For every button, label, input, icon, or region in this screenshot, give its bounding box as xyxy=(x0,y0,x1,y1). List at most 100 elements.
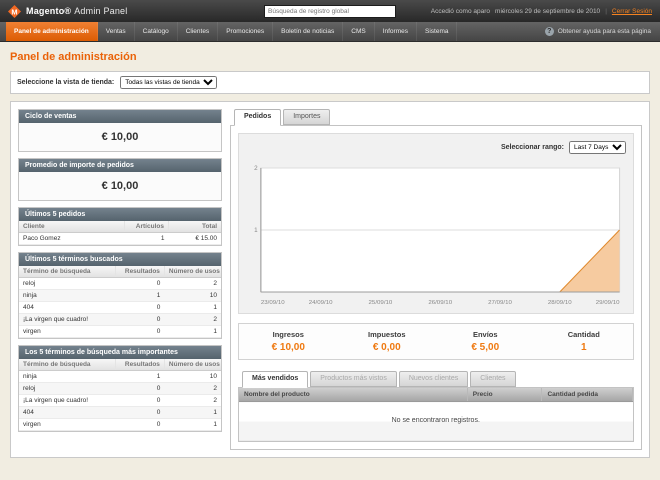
svg-text:M: M xyxy=(11,7,17,16)
bottom-tabs: Más vendidosProductos más vistosNuevos c… xyxy=(238,371,634,387)
range-label: Seleccionar rango: xyxy=(501,144,564,151)
svg-text:25/09/10: 25/09/10 xyxy=(369,300,393,306)
orders-chart: 1 2 23/09/10 24/09/10 25/09/10 26/09/10 27/09/… xyxy=(244,160,628,308)
tab-1[interactable]: Importes xyxy=(283,109,330,125)
chart-tabs: PedidosImportes xyxy=(230,109,642,125)
table-row[interactable]: ¡La virgen que cuadro!02 xyxy=(19,395,221,407)
nav-item-4[interactable]: Promociones xyxy=(218,22,273,41)
help-icon: ? xyxy=(545,27,554,36)
column-header: Resultados xyxy=(116,359,164,371)
svg-text:24/09/10: 24/09/10 xyxy=(309,300,333,306)
header-date: miércoles 29 de septiembre de 2010 xyxy=(495,8,600,15)
nav-item-1[interactable]: Ventas xyxy=(98,22,135,41)
column-header: Artículos xyxy=(124,221,168,233)
stat-envíos: Envíos€ 5,00 xyxy=(436,330,535,353)
store-view-box: Seleccione la vista de tienda: Todas las… xyxy=(10,71,650,94)
page-title: Panel de administración xyxy=(10,51,650,63)
products-table: Nombre del productoPrecioCantidad pedida… xyxy=(239,388,633,441)
table-row[interactable]: 40401 xyxy=(19,302,221,314)
column-header: Cliente xyxy=(19,221,124,233)
svg-text:2: 2 xyxy=(254,165,258,172)
tab-0[interactable]: Pedidos xyxy=(234,109,281,126)
nav-item-3[interactable]: Clientes xyxy=(178,22,218,41)
column-header: Número de usos xyxy=(164,266,221,278)
logout-link[interactable]: Cerrar Sesión xyxy=(612,8,652,15)
column-header: Resultados xyxy=(116,266,164,278)
widget-header-sales-cycle[interactable]: Ciclo de ventas xyxy=(19,110,221,123)
table-row[interactable]: ninja110 xyxy=(19,371,221,383)
table-row[interactable]: virgen01 xyxy=(19,326,221,338)
separator: | xyxy=(605,8,607,15)
stat-impuestos: Impuestos€ 0,00 xyxy=(338,330,437,353)
dashboard-right-column: PedidosImportes Seleccionar rango: Last … xyxy=(230,109,642,450)
stat-cantidad: Cantidad1 xyxy=(535,330,634,353)
chart-panel: Seleccionar rango: Last 7 Days 1 2 23/09/1… xyxy=(230,125,642,450)
bottom-tab-0[interactable]: Más vendidos xyxy=(242,371,308,388)
stats-row: Ingresos€ 10,00Impuestos€ 0,00Envíos€ 5,… xyxy=(238,323,634,360)
products-panel: Nombre del productoPrecioCantidad pedida… xyxy=(238,387,634,442)
nav-items: Panel de administraciónVentasCatálogoCli… xyxy=(6,22,457,41)
top-bar: M Magento®Admin Panel Accedió como aparo… xyxy=(0,0,660,22)
dashboard-main: Ciclo de ventas € 10,00 Promedio de impo… xyxy=(10,101,650,458)
global-search-input[interactable] xyxy=(264,5,396,18)
table-row[interactable]: reloj02 xyxy=(19,278,221,290)
bottom-tab-1[interactable]: Productos más vistos xyxy=(310,371,397,387)
nav-item-5[interactable]: Boletín de noticias xyxy=(273,22,343,41)
widget-top-search-terms: Los 5 términos de búsqueda más important… xyxy=(18,345,222,432)
widget-last-orders: Últimos 5 pedidos ClienteArtículosTotalP… xyxy=(18,207,222,246)
nav-item-2[interactable]: Catálogo xyxy=(135,22,178,41)
column-header[interactable]: Nombre del producto xyxy=(239,388,467,402)
svg-text:26/09/10: 26/09/10 xyxy=(428,300,452,306)
svg-text:28/09/10: 28/09/10 xyxy=(548,300,572,306)
column-header: Total xyxy=(168,221,221,233)
widget-header-average-order[interactable]: Promedio de importe de pedidos xyxy=(19,159,221,172)
column-header: Término de búsqueda xyxy=(19,359,116,371)
sales-cycle-value: € 10,00 xyxy=(19,123,221,151)
range-select[interactable]: Last 7 Days xyxy=(569,141,626,154)
last-search-table: Término de búsquedaResultadosNúmero de u… xyxy=(19,266,221,338)
page-body: Panel de administración Seleccione la vi… xyxy=(0,42,660,466)
magento-logo-icon: M xyxy=(8,5,21,18)
store-view-select[interactable]: Todas las vistas de tienda xyxy=(120,76,217,89)
nav-item-0[interactable]: Panel de administración xyxy=(6,22,98,41)
widget-header-top-search-terms[interactable]: Los 5 términos de búsqueda más important… xyxy=(19,346,221,359)
dashboard-left-column: Ciclo de ventas € 10,00 Promedio de impo… xyxy=(18,109,222,432)
nav-item-7[interactable]: Informes xyxy=(375,22,417,41)
svg-text:23/09/10: 23/09/10 xyxy=(261,300,285,306)
empty-message: No se encontraron registros. xyxy=(239,402,633,441)
main-nav: Panel de administraciónVentasCatálogoCli… xyxy=(0,22,660,42)
widget-header-last-orders[interactable]: Últimos 5 pedidos xyxy=(19,208,221,221)
chart-area: Seleccionar rango: Last 7 Days 1 2 23/09/1… xyxy=(238,133,634,314)
last-orders-table: ClienteArtículosTotalPaco Gomez1€ 15.00 xyxy=(19,221,221,245)
help-link[interactable]: ? Obtener ayuda para esta página xyxy=(545,22,660,41)
column-header: Término de búsqueda xyxy=(19,266,116,278)
nav-item-8[interactable]: Sistema xyxy=(417,22,457,41)
table-row[interactable]: ¡La virgen que cuadro!02 xyxy=(19,314,221,326)
average-order-value: € 10,00 xyxy=(19,172,221,200)
nav-item-6[interactable]: CMS xyxy=(343,22,374,41)
widget-header-last-search-terms[interactable]: Últimos 5 términos buscados xyxy=(19,253,221,266)
svg-text:1: 1 xyxy=(254,227,258,234)
bottom-tab-2[interactable]: Nuevos clientes xyxy=(399,371,468,387)
table-row[interactable]: virgen01 xyxy=(19,419,221,431)
widget-last-search-terms: Últimos 5 términos buscados Término de b… xyxy=(18,252,222,339)
widget-sales-cycle: Ciclo de ventas € 10,00 xyxy=(18,109,222,152)
top-search-table: Término de búsquedaResultadosNúmero de u… xyxy=(19,359,221,431)
logged-in-text: Accedió como aparo xyxy=(431,8,490,15)
stat-ingresos: Ingresos€ 10,00 xyxy=(239,330,338,353)
column-header[interactable]: Cantidad pedida xyxy=(542,388,633,402)
store-view-label: Seleccione la vista de tienda: xyxy=(17,79,114,86)
table-row[interactable]: 40401 xyxy=(19,407,221,419)
help-label: Obtener ayuda para esta página xyxy=(558,28,651,35)
svg-text:29/09/10: 29/09/10 xyxy=(596,300,620,306)
widget-average-order: Promedio de importe de pedidos € 10,00 xyxy=(18,158,222,201)
range-row: Seleccionar rango: Last 7 Days xyxy=(244,139,628,160)
column-header[interactable]: Precio xyxy=(467,388,542,402)
svg-text:27/09/10: 27/09/10 xyxy=(488,300,512,306)
bottom-tab-3[interactable]: Clientes xyxy=(470,371,515,387)
column-header: Número de usos xyxy=(164,359,221,371)
table-row[interactable]: Paco Gomez1€ 15.00 xyxy=(19,233,221,245)
brand-text: Magento®Admin Panel xyxy=(26,6,127,16)
table-row[interactable]: ninja110 xyxy=(19,290,221,302)
table-row[interactable]: reloj02 xyxy=(19,383,221,395)
